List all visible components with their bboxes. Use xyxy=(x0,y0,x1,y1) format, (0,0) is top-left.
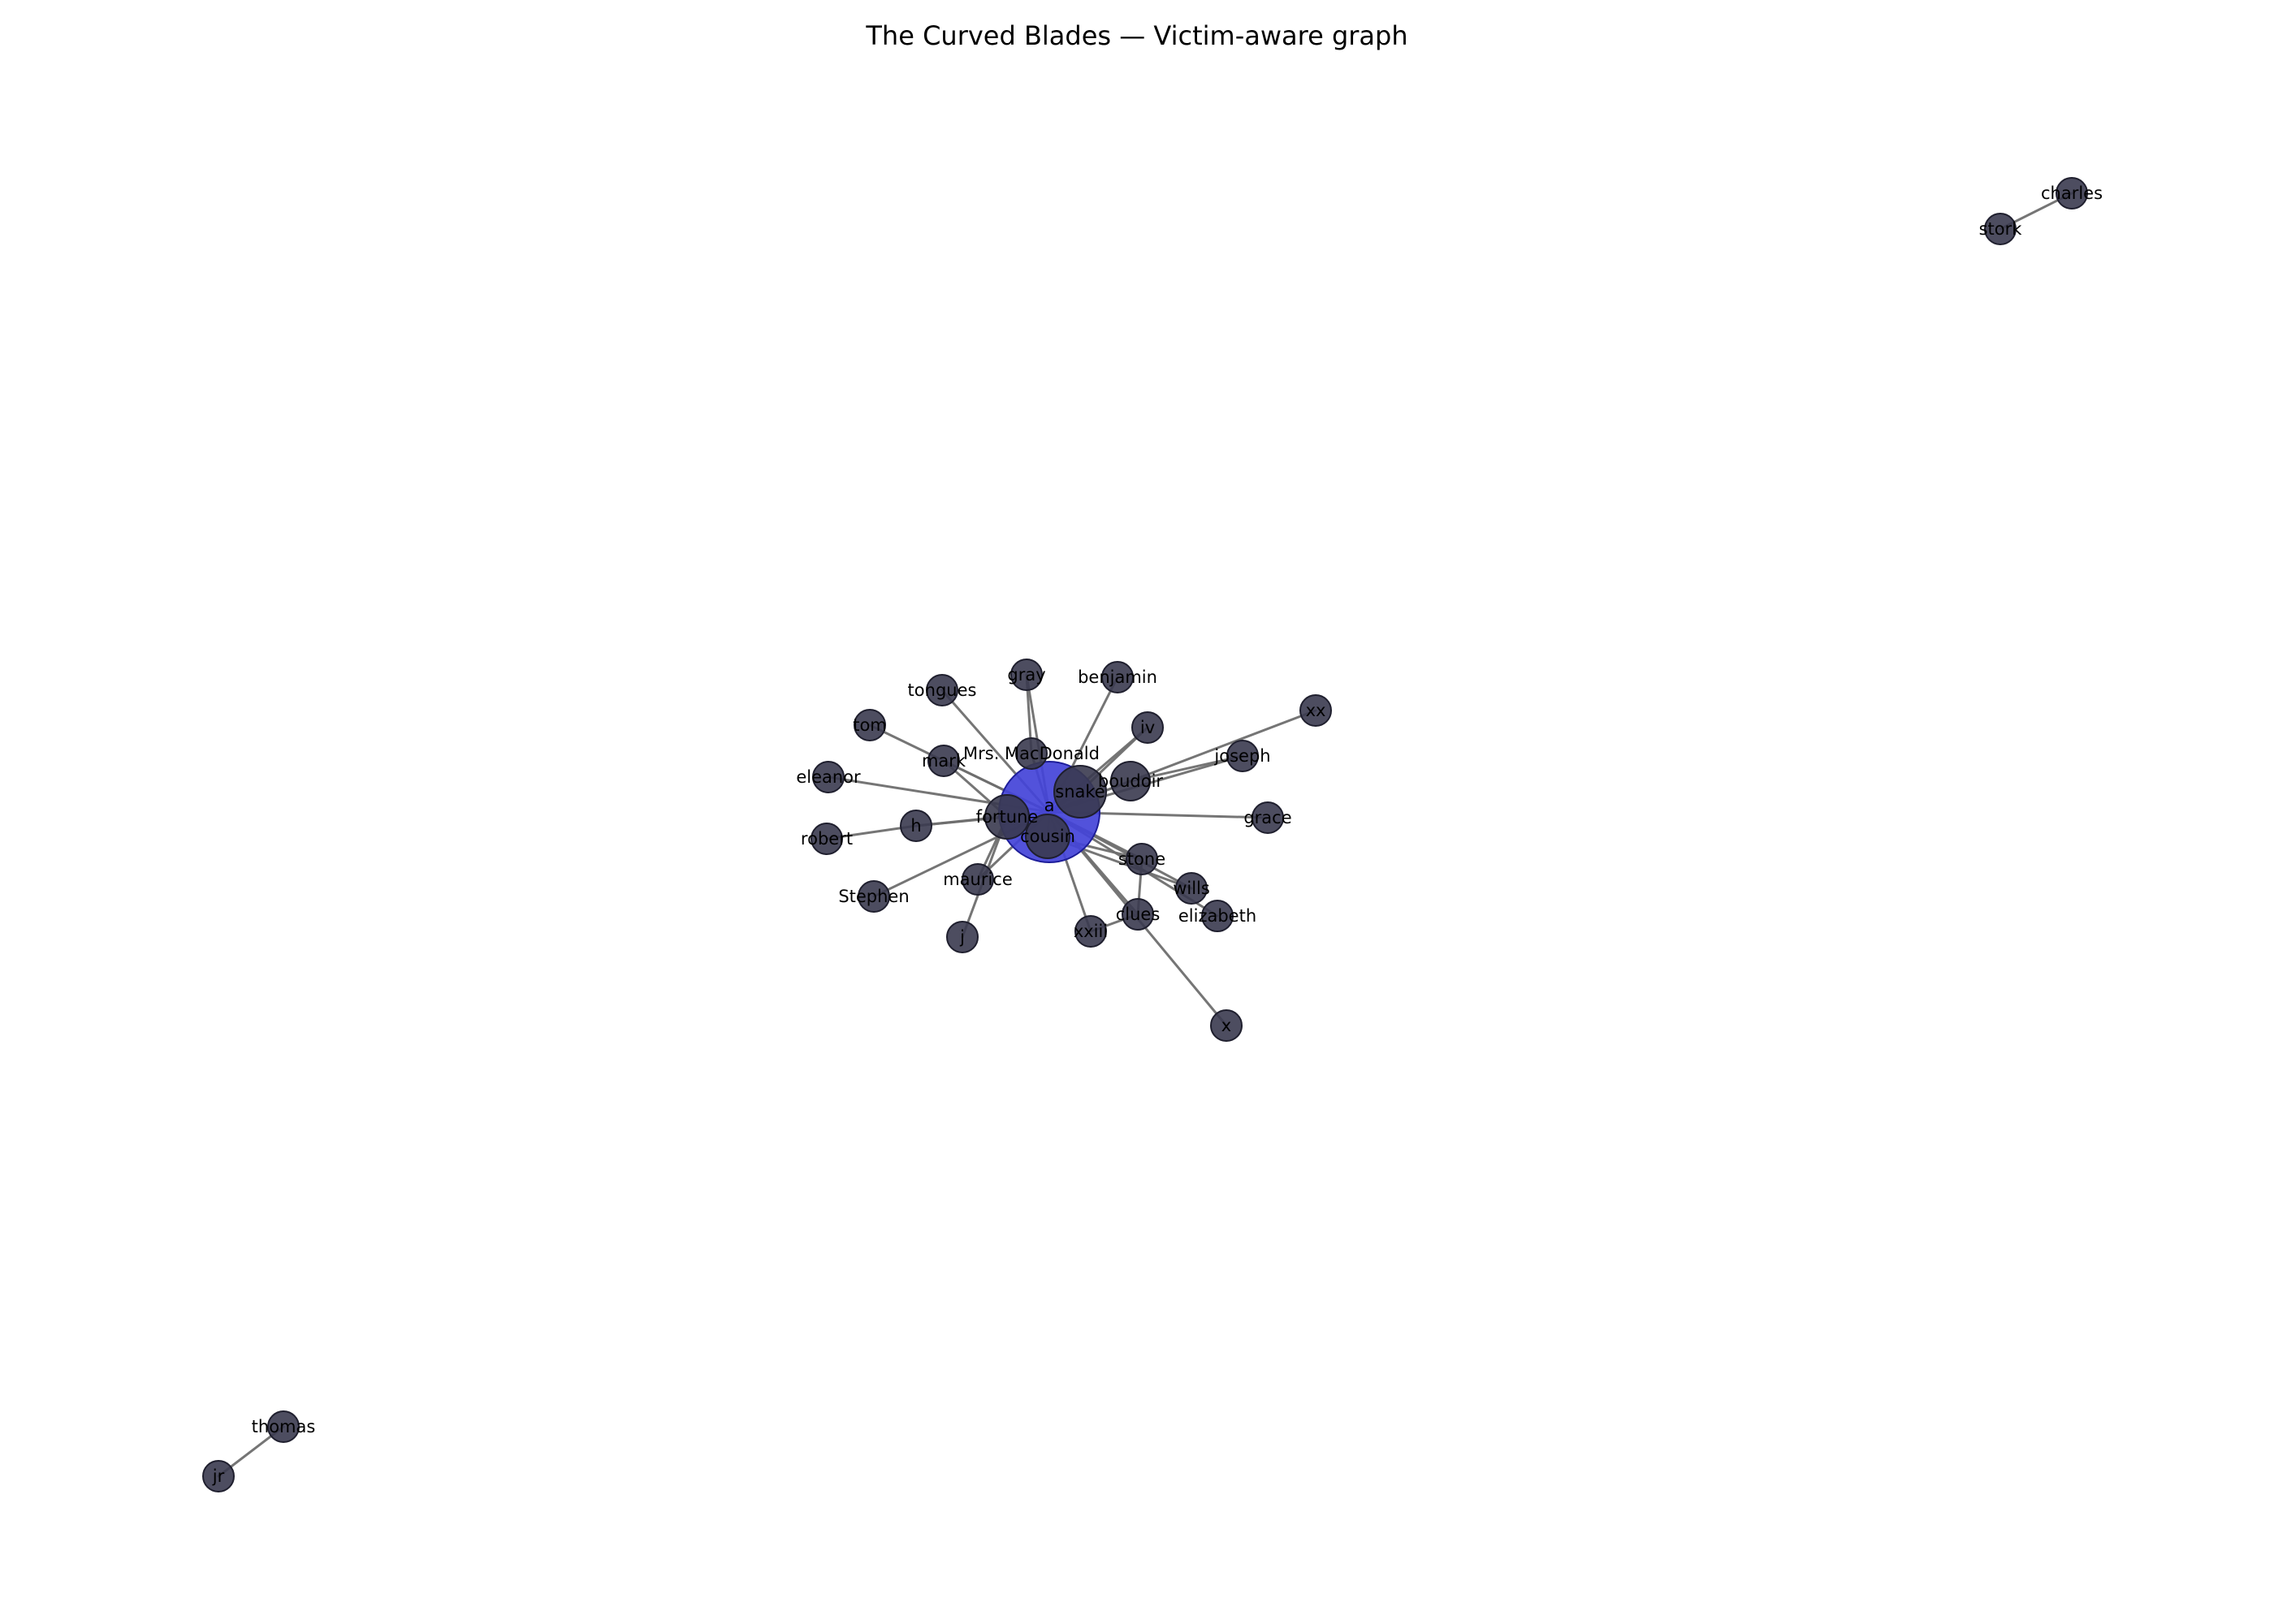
node-label-eleanor: eleanor xyxy=(796,767,861,787)
node-label-joseph: joseph xyxy=(1213,746,1270,766)
node-label-tongues: tongues xyxy=(908,680,977,700)
graph-title: The Curved Blades — Victim-aware graph xyxy=(865,20,1407,51)
node-label-a: a xyxy=(1044,796,1055,815)
graph-figure: The Curved Blades — Victim-aware graph a… xyxy=(0,0,2274,1624)
node-label-thomas: thomas xyxy=(252,1417,316,1436)
node-label-mark: mark xyxy=(922,751,966,771)
node-label-iv: iv xyxy=(1140,718,1155,737)
node-label-j: j xyxy=(959,927,965,947)
node-label-x: x xyxy=(1221,1016,1231,1035)
node-label-boudoir: boudoir xyxy=(1098,771,1164,791)
node-label-charles: charles xyxy=(2041,184,2103,203)
node-label-tom: tom xyxy=(853,715,887,735)
node-label-cousin: cousin xyxy=(1020,827,1075,846)
node-label-xx: xx xyxy=(1306,701,1326,720)
node-label-stone: stone xyxy=(1118,849,1165,869)
node-label-mrs-macdonald: Mrs. MacDonald xyxy=(963,744,1100,763)
node-label-grace: grace xyxy=(1243,808,1291,827)
node-label-stephen: Stephen xyxy=(838,887,909,906)
node-label-jr: jr xyxy=(212,1466,225,1486)
node-label-gray: gray xyxy=(1007,665,1045,685)
node-label-maurice: maurice xyxy=(943,870,1013,889)
node-label-elizabeth: elizabeth xyxy=(1178,906,1256,926)
node-label-robert: robert xyxy=(801,829,853,849)
node-label-wills: wills xyxy=(1173,879,1210,898)
node-label-h: h xyxy=(910,816,921,836)
node-label-xxiii: xxiii xyxy=(1074,922,1108,941)
node-label-fortune: fortune xyxy=(976,807,1039,827)
node-label-clues: clues xyxy=(1116,905,1161,924)
figure-background xyxy=(0,0,2274,1624)
node-label-stork: stork xyxy=(1979,219,2023,239)
node-label-benjamin: benjamin xyxy=(1078,667,1157,687)
